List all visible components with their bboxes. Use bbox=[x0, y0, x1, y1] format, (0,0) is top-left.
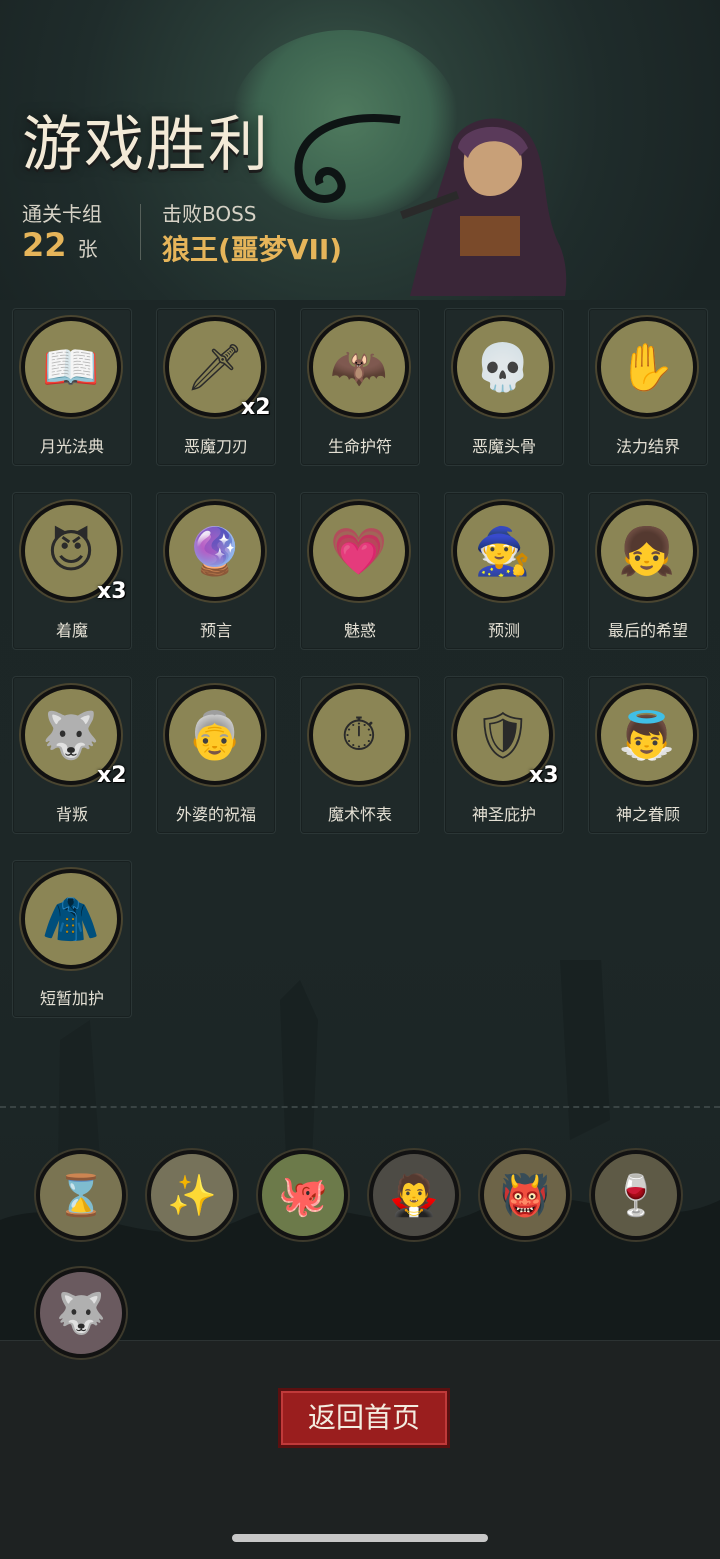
card-name: 魅惑 bbox=[343, 621, 376, 640]
card-name: 预言 bbox=[199, 621, 232, 640]
hourglass-icon[interactable]: ⌛ bbox=[36, 1150, 126, 1240]
card-item[interactable]: 😈 x3 着魔 bbox=[12, 492, 132, 650]
deck-unit: 张 bbox=[77, 237, 98, 261]
card-name: 神之眷顾 bbox=[615, 805, 680, 824]
prophet-icon: 🔮 bbox=[165, 501, 265, 601]
header-divider bbox=[140, 204, 141, 260]
boss-label: 击败BOSS bbox=[162, 202, 257, 226]
charm-icon: 💗 bbox=[309, 501, 409, 601]
card-item[interactable]: 🐺 x2 背叛 bbox=[12, 676, 132, 834]
section-divider bbox=[0, 1106, 720, 1108]
deck-count-row: 22 张 bbox=[22, 226, 98, 264]
spirit-book-icon[interactable]: ✨ bbox=[147, 1150, 237, 1240]
card-item[interactable]: 👼 神之眷顾 bbox=[588, 676, 708, 834]
dracula-icon[interactable]: 🍷 bbox=[591, 1150, 681, 1240]
card-name: 法力结界 bbox=[615, 437, 680, 456]
vampire-icon[interactable]: 🧛 bbox=[369, 1150, 459, 1240]
card-item[interactable]: 🧥 短暂加护 bbox=[12, 860, 132, 1018]
card-name: 背叛 bbox=[55, 805, 88, 824]
card-item[interactable]: ✋ 法力结界 bbox=[588, 308, 708, 466]
card-item[interactable]: 🗡 x2 恶魔刀刃 bbox=[156, 308, 276, 466]
card-name: 生命护符 bbox=[327, 437, 392, 456]
witch-icon: 🧙 bbox=[453, 501, 553, 601]
card-name: 神圣庇护 bbox=[471, 805, 536, 824]
werewolf-icon[interactable]: 🐺 bbox=[36, 1268, 126, 1358]
grandma-icon: 👵 bbox=[165, 685, 265, 785]
card-item[interactable]: 🧙 预测 bbox=[444, 492, 564, 650]
skull-icon: 💀 bbox=[453, 317, 553, 417]
card-name: 着魔 bbox=[55, 621, 88, 640]
red-demon-icon[interactable]: 👹 bbox=[480, 1150, 570, 1240]
hooded-hero-illustration bbox=[400, 118, 567, 296]
hooded-mage-icon: 🧥 bbox=[21, 869, 121, 969]
card-item[interactable]: 🛡 x3 神圣庇护 bbox=[444, 676, 564, 834]
card-item[interactable]: ⏱ 魔术怀表 bbox=[300, 676, 420, 834]
card-item[interactable]: 📖 月光法典 bbox=[12, 308, 132, 466]
card-name: 月光法典 bbox=[39, 437, 104, 456]
card-item[interactable]: 🔮 预言 bbox=[156, 492, 276, 650]
tentacle-icon[interactable]: 🐙 bbox=[258, 1150, 348, 1240]
card-item[interactable]: 🦇 生命护符 bbox=[300, 308, 420, 466]
card-name: 短暂加护 bbox=[39, 989, 104, 1008]
card-count-badge: x3 bbox=[97, 579, 127, 604]
barrier-icon: ✋ bbox=[597, 317, 697, 417]
footer-panel bbox=[0, 1340, 720, 1559]
angel-icon: 👼 bbox=[597, 685, 697, 785]
card-item[interactable]: 👧 最后的希望 bbox=[588, 492, 708, 650]
card-name: 预测 bbox=[487, 621, 520, 640]
girl-icon: 👧 bbox=[597, 501, 697, 601]
deck-label: 通关卡组 bbox=[22, 202, 102, 226]
card-count-badge: x3 bbox=[529, 763, 559, 788]
card-item[interactable]: 💗 魅惑 bbox=[300, 492, 420, 650]
victory-title: 游戏胜利 bbox=[22, 110, 270, 180]
card-item[interactable]: 💀 恶魔头骨 bbox=[444, 308, 564, 466]
card-count-badge: x2 bbox=[241, 395, 271, 420]
swirl-branch bbox=[294, 114, 401, 203]
card-name: 最后的希望 bbox=[607, 621, 688, 640]
pocket-watch-icon: ⏱ bbox=[309, 685, 409, 785]
return-home-button[interactable]: 返回首页 bbox=[278, 1388, 450, 1448]
home-indicator[interactable] bbox=[232, 1534, 488, 1542]
card-item[interactable]: 👵 外婆的祝福 bbox=[156, 676, 276, 834]
card-name: 恶魔头骨 bbox=[471, 437, 536, 456]
bat-icon: 🦇 bbox=[309, 317, 409, 417]
deck-count: 22 bbox=[22, 226, 67, 264]
card-name: 魔术怀表 bbox=[327, 805, 392, 824]
card-name: 恶魔刀刃 bbox=[183, 437, 248, 456]
book-icon: 📖 bbox=[21, 317, 121, 417]
boss-name: 狼王(噩梦VII) bbox=[162, 233, 343, 266]
card-name: 外婆的祝福 bbox=[175, 805, 256, 824]
card-count-badge: x2 bbox=[97, 763, 127, 788]
